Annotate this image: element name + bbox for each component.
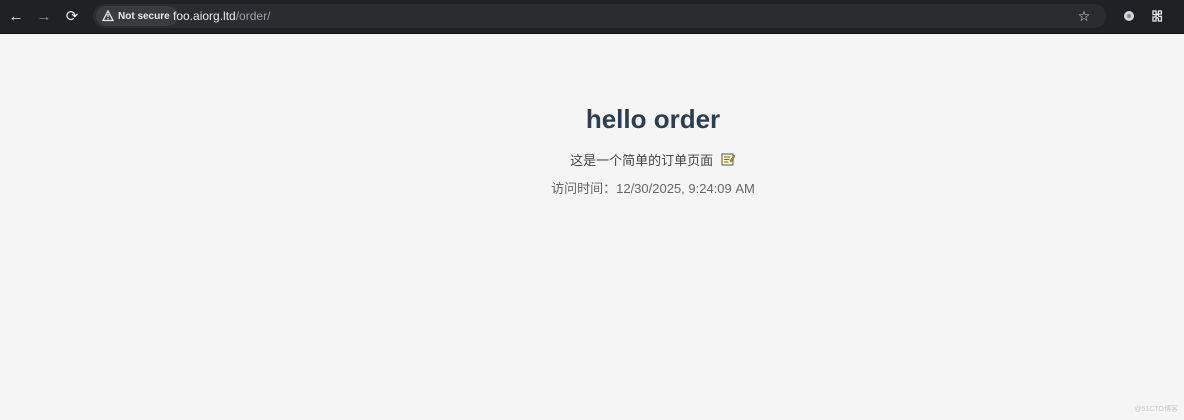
reload-button[interactable]: ⟳ [61, 5, 83, 27]
subtitle-text: 这是一个简单的订单页面 [570, 153, 714, 168]
address-bar[interactable]: Not secure foo.aiorg.ltd /order/ ☆ [93, 4, 1106, 28]
page-title: hello order [585, 104, 721, 134]
page-viewport: hello order 这是一个简单的订单页面 访问时间：12/30/2025,… [0, 34, 1184, 420]
page-content: hello order 这是一个简单的订单页面 访问时间：12/30/2025,… [0, 34, 1184, 420]
watermark-text: @51CTO博客 [1134, 406, 1178, 413]
page-subtitle: 这是一个简单的订单页面 [0, 150, 1184, 170]
reload-icon: ⟳ [65, 7, 79, 25]
back-button[interactable]: ← [5, 5, 27, 27]
bookmark-button[interactable]: ☆ [1074, 6, 1094, 26]
extension-icon [1124, 11, 1134, 21]
url-host: foo.aiorg.ltd [173, 9, 236, 23]
extension-button[interactable] [1118, 5, 1140, 27]
warning-icon [102, 10, 114, 22]
forward-button[interactable]: → [33, 5, 55, 27]
arrow-left-icon: ← [8, 7, 24, 25]
star-icon: ☆ [1077, 7, 1091, 24]
url-text[interactable]: foo.aiorg.ltd /order/ [173, 4, 270, 28]
arrow-right-icon: → [36, 7, 52, 25]
extensions-menu-button[interactable] [1146, 5, 1168, 27]
memo-icon [721, 153, 736, 170]
browser-toolbar: ← → ⟳ Not secure foo.aiorg.ltd /order/ ☆ [0, 0, 1184, 34]
security-label: Not secure [118, 10, 170, 22]
url-path: /order/ [235, 9, 271, 23]
visit-time: 访问时间：12/30/2025, 9:24:09 AM [551, 181, 755, 196]
security-indicator[interactable]: Not secure [96, 6, 178, 26]
puzzle-icon [1152, 10, 1163, 22]
